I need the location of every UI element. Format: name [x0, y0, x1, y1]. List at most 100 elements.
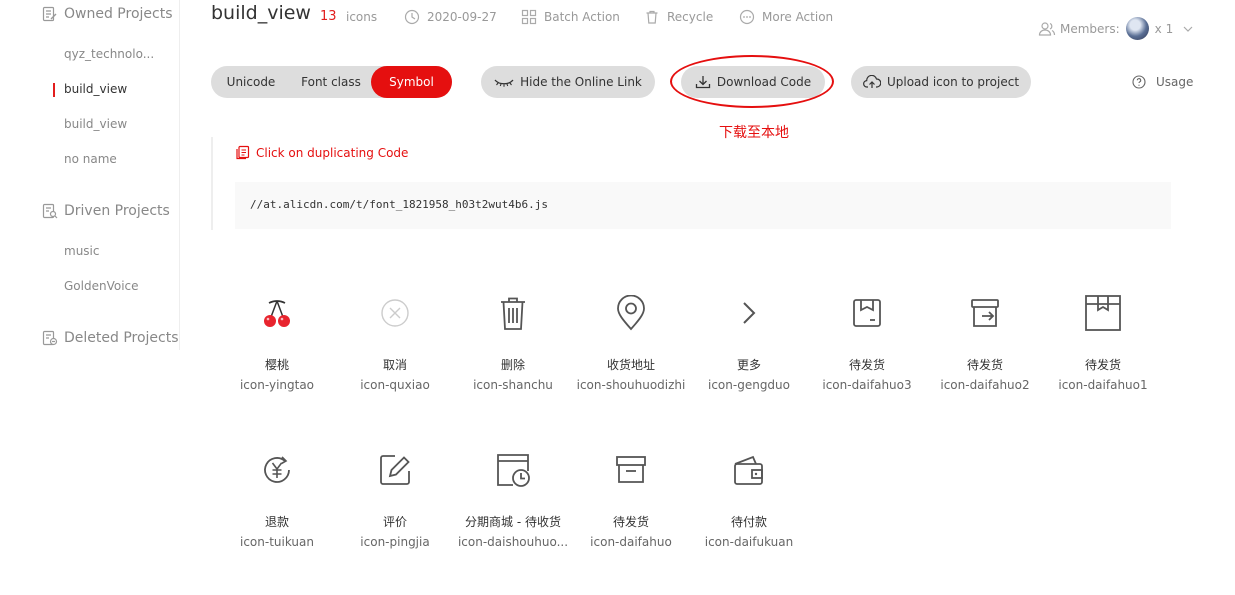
grid-icon	[521, 9, 537, 25]
project-title: build_view	[211, 2, 311, 24]
icon-font-class: icon-shouhuodizhi	[576, 378, 686, 392]
tab-font-class[interactable]: Font class	[291, 66, 371, 98]
trash-icon	[501, 297, 525, 330]
icon-card[interactable]: 收货地址 icon-shouhuodizhi	[572, 295, 690, 425]
icon-name: 分期商城 - 待收货	[465, 515, 561, 529]
members-count: x 1	[1154, 21, 1174, 36]
archive-box-icon	[616, 456, 646, 483]
code-panel: Click on duplicating Code //at.alicdn.co…	[211, 137, 1171, 230]
hide-online-link-label: Hide the Online Link	[520, 75, 642, 89]
icon-card[interactable]: 更多 icon-gengduo	[690, 295, 808, 425]
icon-name: 收货地址	[606, 358, 655, 372]
active-indicator	[53, 83, 55, 97]
owned-projects-label: Owned Projects	[64, 6, 173, 22]
icon-name: 樱桃	[264, 358, 289, 372]
upload-icon-button[interactable]: Upload icon to project	[851, 66, 1031, 98]
driven-projects-label: Driven Projects	[64, 203, 170, 219]
owned-projects-header[interactable]: Owned Projects	[42, 6, 173, 22]
edit-doc-icon	[42, 6, 57, 22]
chevron-down-icon	[1183, 26, 1193, 32]
tab-unicode[interactable]: Unicode	[219, 66, 283, 98]
icon-card[interactable]: 退款 icon-tuikuan	[218, 452, 336, 582]
refund-icon	[264, 456, 290, 483]
date-text: 2020-09-27	[427, 10, 497, 24]
recycle-button[interactable]: Recycle	[644, 9, 713, 25]
icon-name: 更多	[736, 358, 761, 372]
hide-online-link-button[interactable]: Hide the Online Link	[481, 66, 655, 98]
box-send-icon	[971, 299, 999, 327]
icon-name: 退款	[264, 515, 289, 529]
wallet-icon	[734, 455, 763, 485]
icon-card[interactable]: 待发货 icon-daifahuo	[572, 452, 690, 582]
members-dropdown[interactable]: Members: x 1	[1038, 17, 1197, 40]
sidebar-item-project[interactable]: GoldenVoice	[64, 279, 139, 293]
icon-font-class: icon-daifahuo	[590, 535, 672, 549]
members-label: Members:	[1060, 21, 1120, 36]
icon-font-class: icon-tuikuan	[240, 535, 314, 549]
icon-name: 待付款	[730, 515, 767, 529]
upload-icon-label: Upload icon to project	[886, 75, 1020, 89]
recycle-label: Recycle	[667, 10, 714, 24]
driven-projects-header[interactable]: Driven Projects	[42, 203, 170, 219]
usage-link[interactable]: Usage	[1132, 75, 1193, 89]
icon-name: 待发货	[966, 358, 1003, 372]
icon-card[interactable]: 待发货 icon-daifahuo1	[1044, 295, 1162, 425]
icon-card[interactable]: 分期商城 - 待收货 icon-daishouhuo...	[454, 452, 572, 582]
batch-action-label: Batch Action	[544, 10, 620, 24]
code-url[interactable]: //at.alicdn.com/t/font_1821958_h03t2wut4…	[250, 198, 548, 211]
deleted-projects-header[interactable]: Deleted Projects	[42, 330, 179, 346]
copy-code-button[interactable]: Click on duplicating Code	[235, 145, 408, 160]
sidebar-item-project[interactable]: qyz_technolo...	[64, 47, 154, 61]
calendar-clock-icon	[497, 454, 530, 487]
icon-name: 取消	[382, 358, 407, 372]
batch-action-button[interactable]: Batch Action	[521, 9, 620, 25]
eye-closed-icon	[494, 79, 514, 87]
icon-card[interactable]: 待发货 icon-daifahuo3	[808, 295, 926, 425]
icon-font-class: icon-shanchu	[473, 378, 553, 392]
chevron-right-icon	[743, 302, 756, 324]
copy-icon	[236, 145, 250, 160]
copy-code-label: Click on duplicating Code	[256, 145, 409, 160]
cloud-upload-icon	[863, 75, 881, 88]
icon-card[interactable]: 评价 icon-pingjia	[336, 452, 454, 582]
download-code-button[interactable]: Download Code	[681, 66, 825, 98]
search-doc-icon	[42, 203, 58, 219]
icon-name: 待发货	[1084, 358, 1121, 372]
tab-symbol[interactable]: Symbol	[371, 66, 452, 98]
usage-label: Usage	[1156, 75, 1194, 89]
sidebar-item-project-active[interactable]: build_view	[64, 82, 127, 96]
code-type-tabs: Unicode Font class Symbol	[211, 66, 452, 98]
icon-count: 13	[320, 9, 337, 24]
icon-font-class: icon-yingtao	[239, 378, 315, 392]
location-pin-icon	[617, 295, 645, 331]
icon-font-class: icon-daifahuo1	[1058, 378, 1148, 392]
package-icon	[1085, 295, 1121, 331]
sidebar-item-project[interactable]: build_view	[64, 117, 127, 131]
help-circle-icon	[1132, 75, 1146, 89]
icon-font-class: icon-daifahuo3	[822, 378, 912, 392]
icon-card[interactable]: 取消 icon-quxiao	[336, 295, 454, 425]
cherry-icon	[264, 300, 290, 327]
trash-icon	[646, 10, 658, 24]
users-icon	[1038, 21, 1056, 36]
icon-card[interactable]: 待发货 icon-daifahuo2	[926, 295, 1044, 425]
sidebar: Owned Projects qyz_technolo... build_vie…	[0, 0, 180, 350]
sidebar-item-project[interactable]: music	[64, 244, 99, 258]
icon-font-class: icon-quxiao	[360, 378, 430, 392]
icon-name: 待发货	[612, 515, 649, 529]
icon-card[interactable]: 删除 icon-shanchu	[454, 295, 572, 425]
box-square-icon	[853, 299, 881, 327]
more-action-button[interactable]: More Action	[739, 9, 833, 25]
icon-font-class: icon-daifukuan	[704, 535, 794, 549]
sidebar-item-project[interactable]: no name	[64, 152, 117, 166]
icon-name: 删除	[500, 358, 525, 372]
icon-card[interactable]: 樱桃 icon-yingtao	[218, 295, 336, 425]
clock-icon	[404, 9, 420, 25]
avatar	[1125, 17, 1149, 40]
icon-card[interactable]: 待付款 icon-daifukuan	[690, 452, 808, 582]
created-date: 2020-09-27	[404, 9, 497, 25]
code-box: //at.alicdn.com/t/font_1821958_h03t2wut4…	[235, 182, 1171, 229]
icon-font-class: icon-gengduo	[708, 378, 790, 392]
icon-font-class: icon-daifahuo2	[940, 378, 1030, 392]
icon-font-class: icon-pingjia	[360, 535, 430, 549]
